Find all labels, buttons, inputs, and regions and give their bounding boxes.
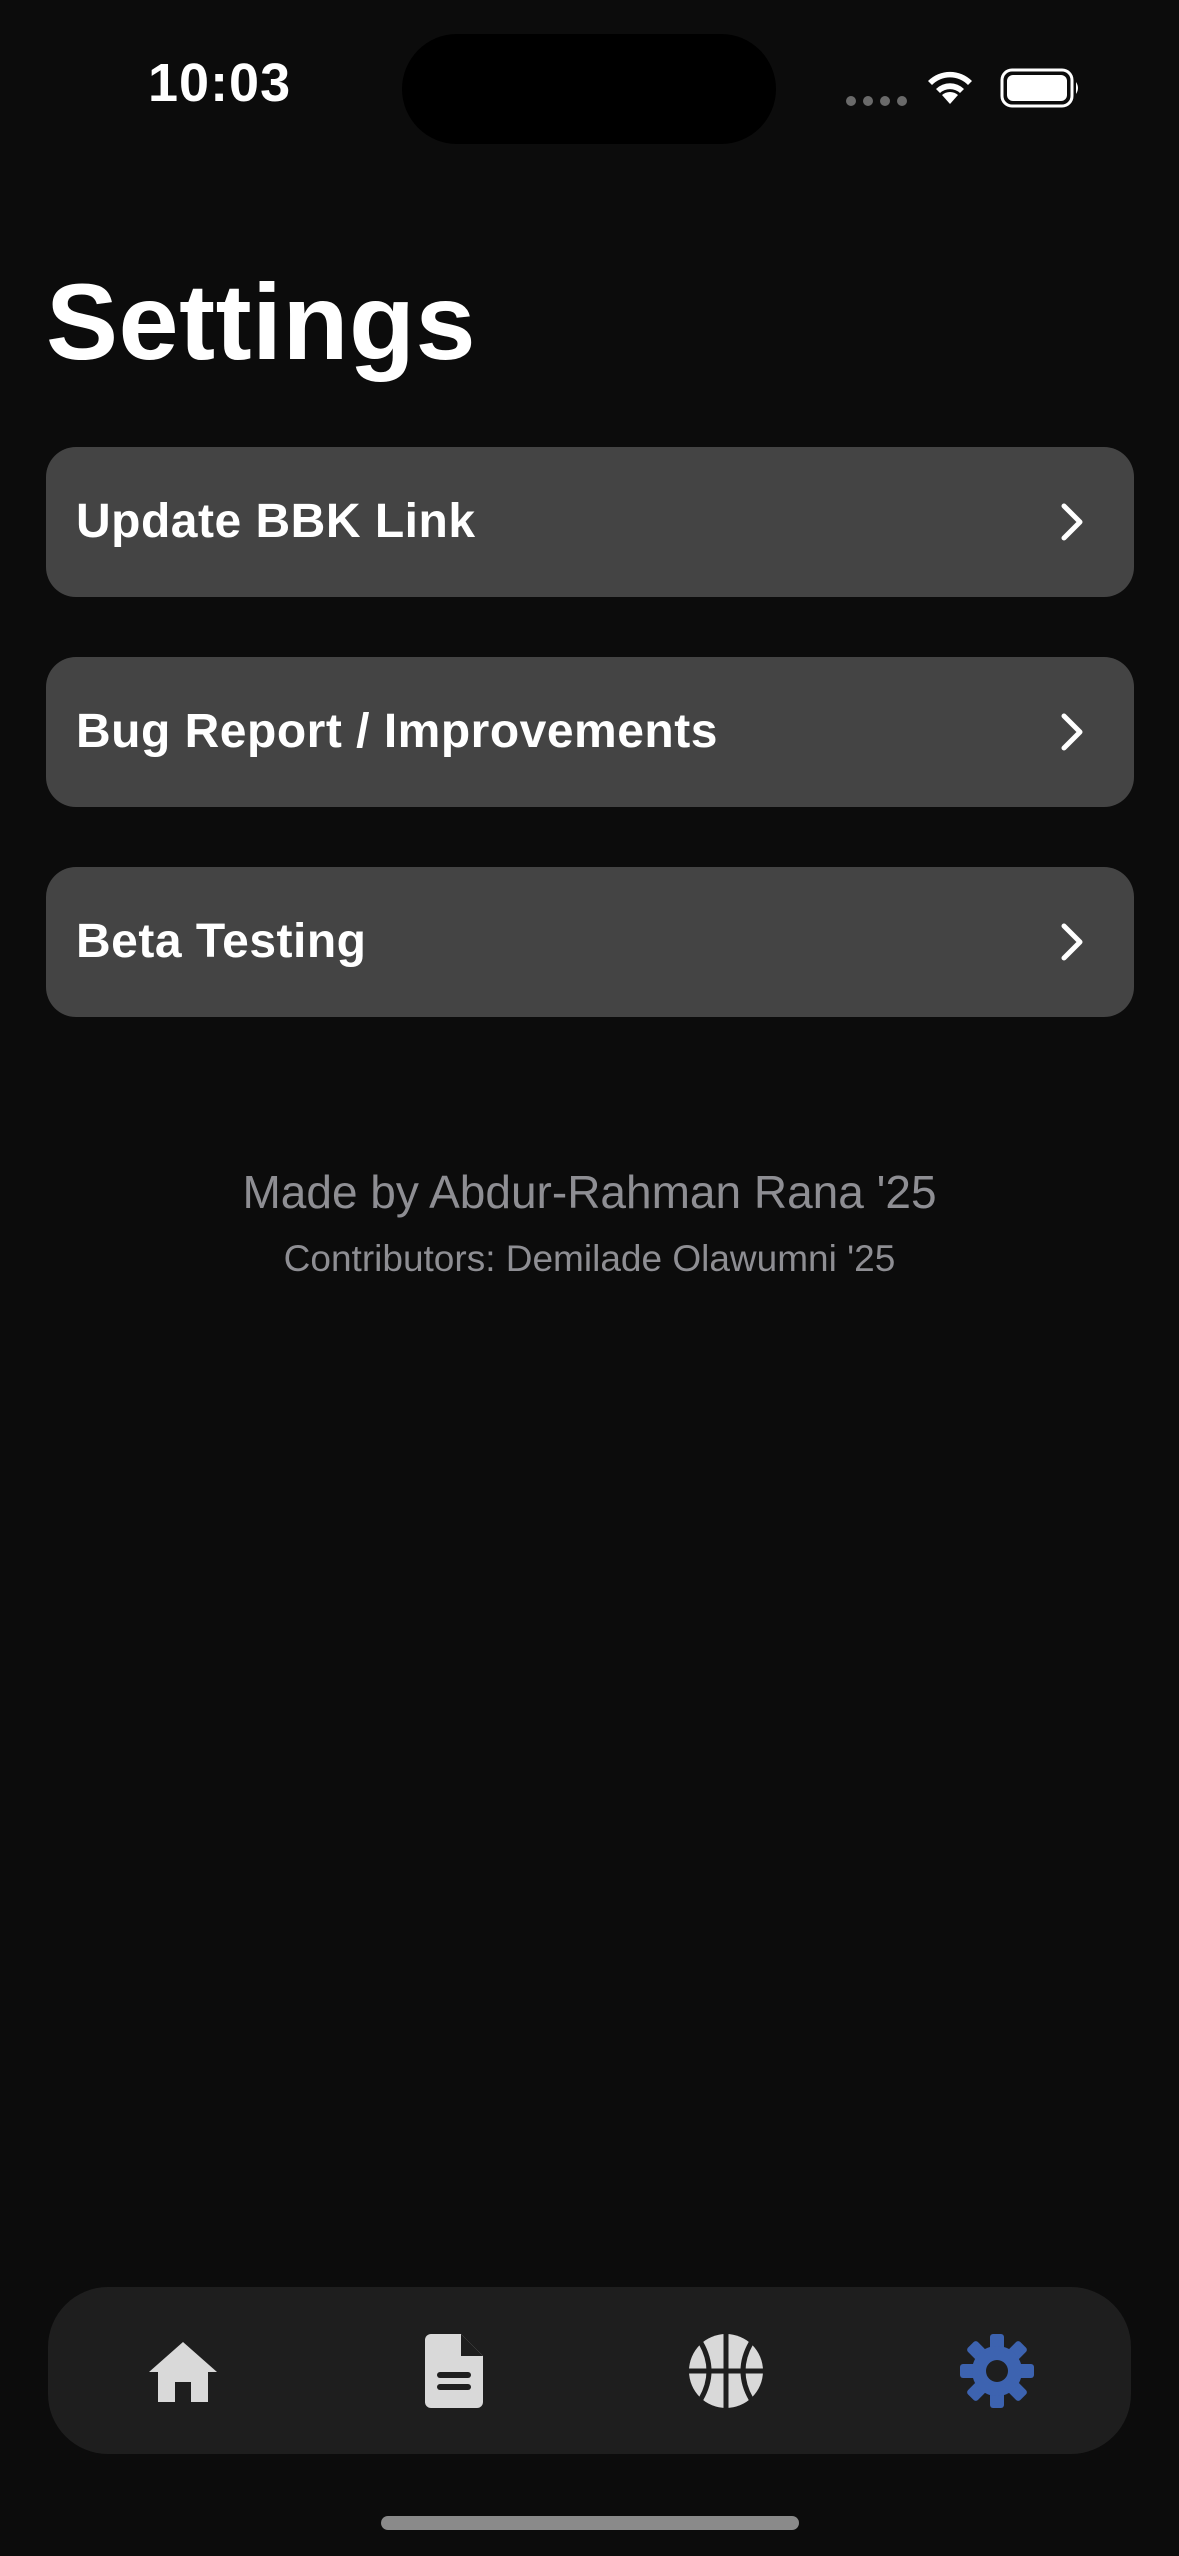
- tab-settings[interactable]: [922, 2287, 1072, 2454]
- settings-row-label: Bug Report / Improvements: [76, 705, 718, 758]
- tab-home[interactable]: [108, 2287, 258, 2454]
- settings-list: Update BBK Link Bug Report / Improvement…: [46, 447, 1134, 1077]
- chevron-right-icon: [1061, 503, 1083, 541]
- home-icon: [149, 2341, 217, 2402]
- page-title: Settings: [46, 261, 477, 382]
- basketball-icon: [689, 2333, 763, 2408]
- chevron-right-icon: [1061, 923, 1083, 961]
- settings-row-beta-testing[interactable]: Beta Testing: [46, 867, 1134, 1017]
- tab-bar: [48, 2287, 1131, 2454]
- dynamic-island: [402, 34, 776, 144]
- settings-row-label: Beta Testing: [76, 915, 367, 968]
- chevron-right-icon: [1061, 713, 1083, 751]
- status-time: 10:03: [148, 53, 292, 113]
- signal-dots-icon: [846, 96, 907, 106]
- battery-icon: [1000, 68, 1078, 108]
- credits-contributors: Contributors: Demilade Olawumni '25: [283, 1238, 896, 1279]
- tab-basketball[interactable]: [651, 2287, 801, 2454]
- tab-documents[interactable]: [379, 2287, 529, 2454]
- gear-icon: [960, 2333, 1034, 2408]
- credits-made-by: Made by Abdur-Rahman Rana '25: [242, 1166, 937, 1218]
- settings-row-update-bbk-link[interactable]: Update BBK Link: [46, 447, 1134, 597]
- status-bar: 10:03: [0, 0, 1179, 170]
- settings-row-bug-report[interactable]: Bug Report / Improvements: [46, 657, 1134, 807]
- wifi-icon: [928, 71, 972, 104]
- home-indicator[interactable]: [381, 2516, 799, 2530]
- document-icon: [425, 2333, 483, 2408]
- settings-row-label: Update BBK Link: [76, 495, 476, 548]
